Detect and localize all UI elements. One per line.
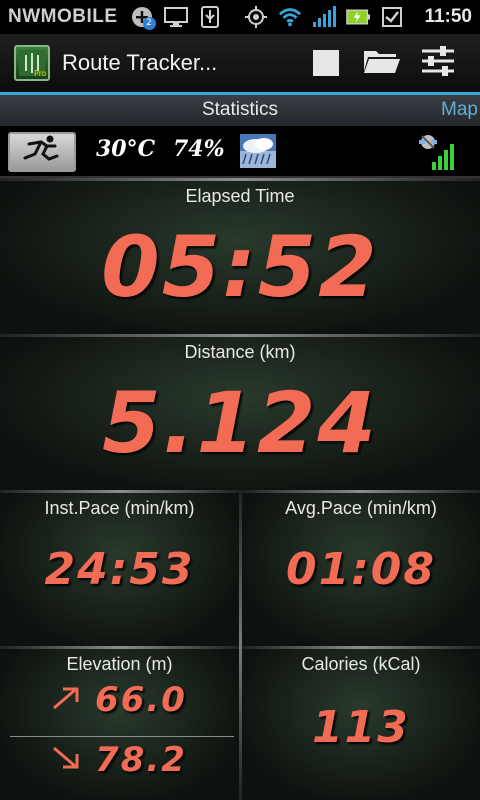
- avg-pace-value: 01:08: [285, 544, 437, 595]
- tab-map[interactable]: Map: [441, 99, 478, 121]
- elevation-gain-value: 66.0: [95, 680, 187, 720]
- signal-icon: [312, 5, 337, 29]
- stop-icon: [313, 50, 339, 76]
- elevation-up-row: 66.0: [0, 680, 238, 720]
- elapsed-time-value: 05:52: [101, 218, 379, 316]
- info-toolbar: 30°C 74%: [0, 126, 480, 178]
- distance-label: Distance (km): [184, 342, 296, 362]
- svg-text:Pro: Pro: [34, 69, 47, 78]
- elapsed-time-label: Elapsed Time: [185, 186, 295, 206]
- tab-bar: Statistics Map: [0, 92, 480, 126]
- elevation-panel: Elevation (m) 66.0 78.2: [0, 646, 239, 800]
- status-clock: 11:50: [424, 6, 472, 27]
- inst-pace-label: Inst.Pace (min/km): [44, 498, 195, 518]
- status-bar: NWMOBILE 2 11:50: [0, 0, 480, 34]
- usb-icon: [198, 5, 222, 29]
- inst-pace-value: 24:53: [44, 544, 195, 595]
- open-folder-button[interactable]: [354, 41, 410, 85]
- carrier-name: NWMOBILE: [8, 6, 118, 27]
- elevation-loss-value: 78.2: [95, 740, 187, 780]
- settings-sliders-icon: [420, 45, 456, 81]
- settings-button[interactable]: [410, 41, 466, 85]
- humidity-readout: 74%: [173, 136, 225, 162]
- gps-signal-icon[interactable]: [418, 132, 454, 172]
- calories-panel: Calories (kCal) 113: [242, 646, 480, 800]
- arrow-up-right-icon: [51, 685, 81, 715]
- calories-value: 113: [312, 702, 410, 753]
- stop-button[interactable]: [298, 41, 354, 85]
- avg-pace-label: Avg.Pace (min/km): [285, 498, 437, 518]
- activity-mode-button[interactable]: [8, 132, 76, 172]
- action-bar: Pro Route Tracker...: [0, 34, 480, 92]
- avg-pace-panel: Avg.Pace (min/km) 01:08: [242, 490, 480, 646]
- arrow-down-right-icon: [51, 745, 81, 775]
- app-logo-icon[interactable]: Pro: [14, 45, 50, 81]
- tab-statistics[interactable]: Statistics: [0, 99, 480, 121]
- calories-label: Calories (kCal): [301, 654, 421, 674]
- battery-charging-icon: [346, 5, 371, 29]
- add-notification-icon: 2: [130, 5, 156, 30]
- elevation-down-row: 78.2: [0, 740, 238, 780]
- checkbox-icon: [380, 5, 404, 29]
- monitor-icon: [163, 5, 188, 29]
- elevation-divider: [10, 736, 234, 737]
- temperature-readout: 30°C: [96, 136, 156, 162]
- running-mode-icon: [19, 134, 65, 170]
- app-title: Route Tracker...: [62, 50, 218, 75]
- column-divider: [239, 490, 242, 800]
- distance-value: 5.124: [102, 374, 378, 472]
- elapsed-time-panel: Elapsed Time 05:52: [0, 178, 480, 334]
- wifi-icon: [278, 5, 302, 29]
- notification-badge: 2: [142, 17, 156, 30]
- inst-pace-panel: Inst.Pace (min/km) 24:53: [0, 490, 239, 646]
- gps-target-icon: [244, 5, 268, 29]
- elevation-label: Elevation (m): [66, 654, 173, 674]
- weather-storm-icon: [240, 134, 276, 168]
- distance-panel: Distance (km) 5.124: [0, 334, 480, 490]
- folder-icon: [362, 47, 402, 79]
